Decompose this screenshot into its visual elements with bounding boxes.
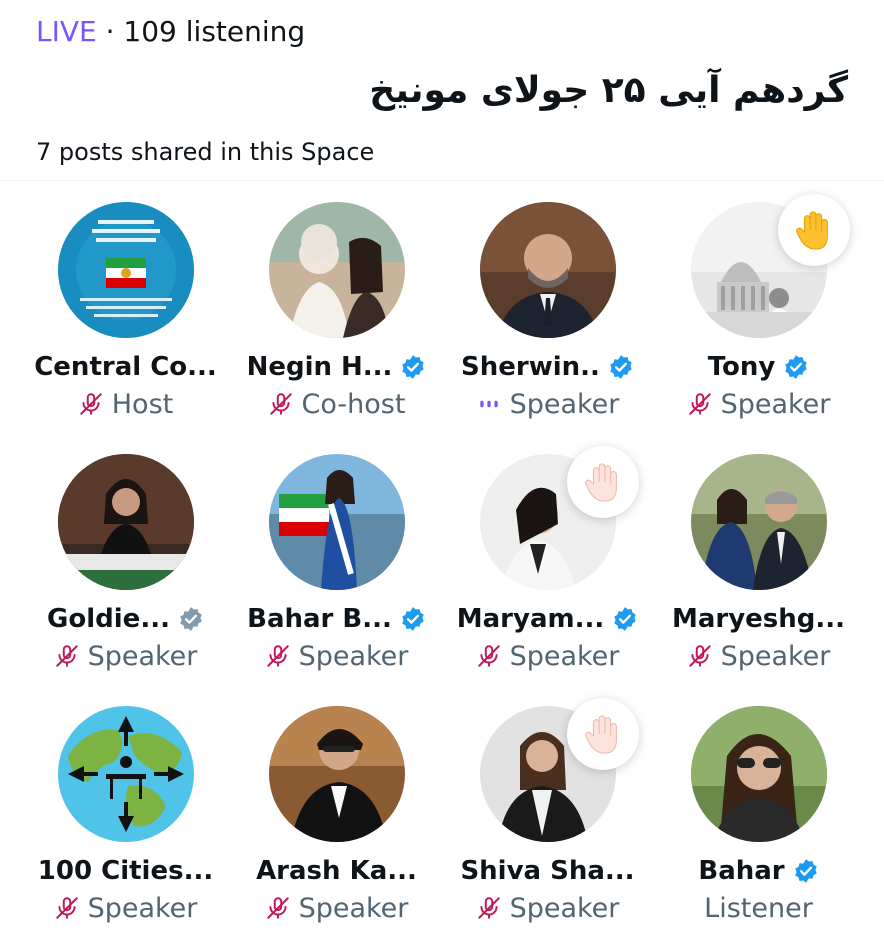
mic-off-icon (688, 645, 711, 667)
participant-name: 100 Cities... (37, 856, 214, 886)
mic-off-icon (269, 393, 292, 415)
raised-hand-badge (778, 194, 850, 266)
avatar (57, 454, 194, 590)
raised-hand-badge (567, 698, 639, 770)
participant-card[interactable]: Sherwin.. Speaker (442, 196, 653, 448)
participant-card[interactable]: Arash Ka... Speaker (231, 700, 442, 952)
divider (0, 180, 884, 181)
participant-name: Shiva Sha... (460, 856, 635, 886)
mic-off-icon (266, 897, 289, 919)
participant-name: Sherwin.. (461, 352, 600, 382)
participant-card[interactable]: Shiva Sha... Speaker (442, 698, 653, 952)
separator: · (105, 15, 115, 48)
verified-badge-icon (614, 607, 636, 631)
participant-name: Maryeshg... (671, 604, 846, 634)
mic-off-icon (688, 393, 711, 415)
mic-off-icon (80, 393, 102, 415)
posts-shared-link[interactable]: 7 posts shared in this Space (36, 138, 374, 166)
avatar (268, 454, 405, 590)
verified-badge-gray-icon (180, 607, 202, 631)
participant-role: Co-host (301, 388, 406, 420)
avatar (479, 202, 616, 338)
mic-off-icon (55, 897, 78, 919)
participant-role: Speaker (720, 388, 831, 420)
space-title: گردهم آیی ۲۵ جولای مونیخ (369, 70, 848, 111)
avatar (57, 202, 194, 338)
avatar (690, 706, 827, 842)
raised-hand-badge (567, 446, 639, 518)
mic-off-icon (55, 645, 78, 667)
participant-role: Speaker (509, 388, 620, 420)
participant-card[interactable]: Bahar Listener (653, 700, 864, 952)
avatar (268, 202, 405, 338)
participant-role: Speaker (720, 640, 831, 672)
participant-name: Goldie... (47, 604, 170, 634)
verified-badge-icon (402, 355, 425, 379)
participant-role: Speaker (509, 892, 620, 924)
participant-name: Tony (707, 352, 776, 382)
avatar (690, 454, 827, 590)
participant-card[interactable]: Tony Speaker (653, 194, 864, 448)
participant-role: Speaker (298, 640, 409, 672)
participant-role: Speaker (298, 892, 409, 924)
participant-name: Central Co... (34, 352, 217, 382)
participant-name: Arash Ka... (256, 856, 417, 886)
participant-card[interactable]: Maryeshg... Speaker (653, 448, 864, 700)
verified-badge-icon (610, 355, 632, 379)
participant-card[interactable]: 100 Cities... Speaker (20, 700, 231, 952)
participant-card[interactable]: Bahar B... Speaker (231, 448, 442, 700)
raised-hand-icon (585, 463, 617, 502)
listening-count: 109 listening (123, 15, 306, 48)
verified-badge-icon (794, 859, 817, 883)
participant-role: Speaker (87, 640, 198, 672)
speaking-dots-icon (479, 400, 498, 408)
mic-off-icon (477, 645, 500, 667)
avatar (57, 706, 194, 842)
verified-badge-icon (402, 607, 424, 631)
participant-name: Bahar (698, 856, 785, 886)
participant-role: Host (111, 388, 174, 420)
participant-role: Listener (704, 892, 813, 924)
participant-card[interactable]: Goldie... Speaker (20, 448, 231, 700)
raised-hand-icon (585, 715, 617, 754)
raised-hand-icon (796, 211, 828, 250)
participants-grid: Central Co... Host Negin H... Co-host Sh… (20, 194, 864, 952)
live-label: LIVE (36, 15, 97, 48)
participant-role: Speaker (87, 892, 198, 924)
avatar (268, 706, 405, 842)
participant-name: Negin H... (246, 352, 393, 382)
mic-off-icon (477, 897, 500, 919)
participant-name: Bahar B... (247, 604, 392, 634)
verified-badge-icon (785, 355, 808, 379)
participant-name: Maryam... (456, 604, 605, 634)
live-status: LIVE · 109 listening (36, 14, 305, 50)
participant-card[interactable]: Maryam... Speaker (442, 446, 653, 700)
participant-card[interactable]: Negin H... Co-host (231, 196, 442, 448)
mic-off-icon (266, 645, 289, 667)
participant-card[interactable]: Central Co... Host (20, 196, 231, 448)
participant-role: Speaker (509, 640, 620, 672)
